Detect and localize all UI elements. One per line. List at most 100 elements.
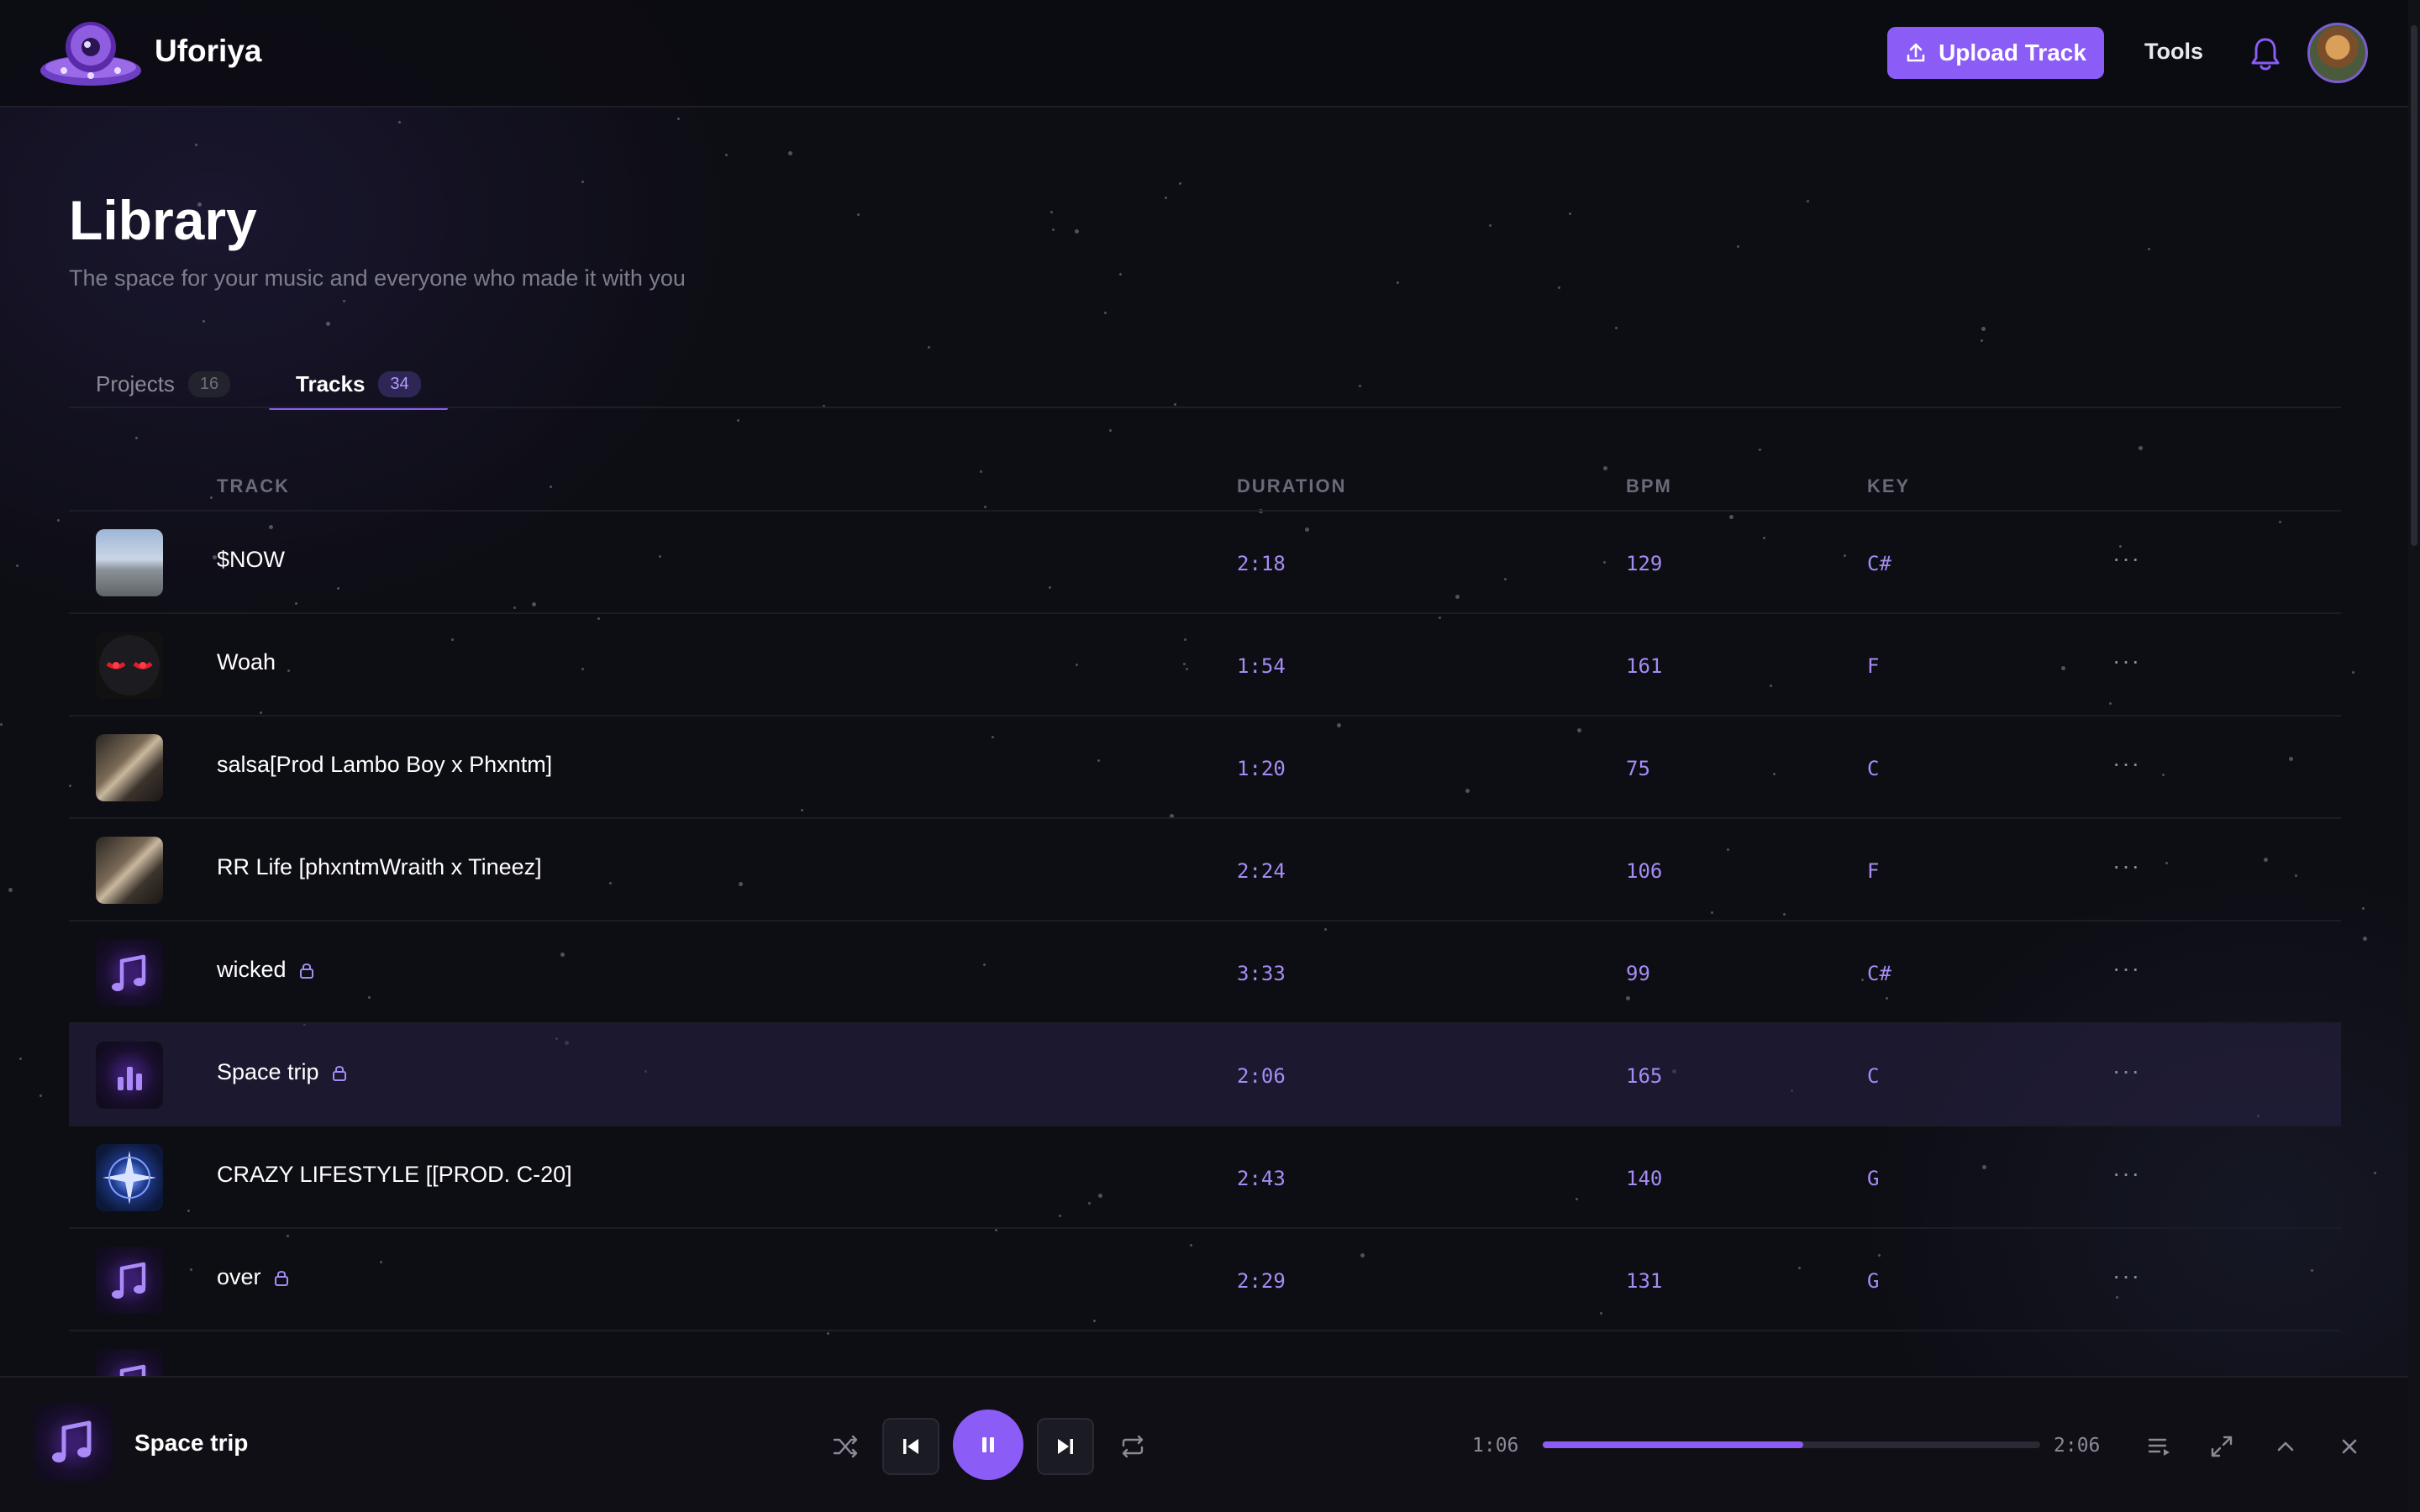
expand-button[interactable]	[2205, 1430, 2238, 1463]
total-time: 2:06	[2054, 1435, 2101, 1457]
playback-progress-bar[interactable]	[1543, 1441, 2040, 1448]
table-row[interactable]: Woah 1:54 161 F ···	[69, 614, 2341, 717]
track-name-cell[interactable]: salsa[Prod Lambo Boy x Phxntm]	[217, 752, 552, 778]
now-playing-artwork[interactable]	[34, 1403, 113, 1482]
page-subtitle: The space for your music and everyone wh…	[69, 265, 686, 291]
track-name-cell[interactable]: Space trip	[217, 1059, 348, 1085]
table-row[interactable]: wicked 3:33 99 C# ···	[69, 921, 2341, 1024]
track-artwork[interactable]	[96, 1042, 163, 1109]
track-artwork[interactable]	[96, 734, 163, 801]
more-options-icon[interactable]: ···	[2112, 1160, 2141, 1187]
track-name-cell[interactable]: wicked	[217, 957, 315, 983]
track-artwork[interactable]	[96, 1247, 163, 1314]
track-name-cell[interactable]: CRAZY LIFESTYLE [[PROD. C-20]	[217, 1162, 572, 1188]
more-options-icon[interactable]: ···	[2112, 1263, 2141, 1289]
track-artwork[interactable]	[96, 939, 163, 1006]
star-dot	[0, 723, 3, 726]
scrollbar-thumb[interactable]	[2411, 25, 2417, 546]
ufo-logo-icon[interactable]	[39, 17, 143, 91]
track-key: C	[1867, 757, 1880, 780]
star-dot	[788, 151, 792, 155]
track-bpm: 165	[1626, 1064, 1663, 1088]
shuffle-button[interactable]	[829, 1430, 862, 1463]
column-header-key[interactable]: KEY	[1867, 475, 1910, 497]
star-dot	[39, 1095, 42, 1097]
star-dot	[2374, 1172, 2376, 1174]
track-name-cell[interactable]: $NOW	[217, 547, 285, 573]
more-options-icon[interactable]: ···	[2112, 545, 2141, 572]
more-options-icon[interactable]: ···	[2112, 750, 2141, 777]
queue-button[interactable]	[2143, 1430, 2176, 1463]
table-row[interactable]: $NOW 2:18 129 C# ···	[69, 512, 2341, 614]
music-note-icon	[112, 1262, 146, 1299]
user-avatar[interactable]	[2307, 23, 2368, 83]
now-playing-title: Space trip	[134, 1430, 249, 1456]
tab-tracks[interactable]: Tracks 34	[269, 360, 448, 410]
app-name: Uforiya	[155, 34, 262, 68]
star-dot	[980, 470, 982, 473]
table-row[interactable]: RR Life [phxntmWraith x Tineez] 2:24 106 F ·…	[69, 819, 2341, 921]
more-options-icon[interactable]: ···	[2112, 648, 2141, 675]
star-dot	[1759, 449, 1761, 451]
track-name-cell[interactable]: RR Life [phxntmWraith x Tineez]	[217, 854, 542, 880]
column-header-duration[interactable]: DURATION	[1237, 475, 1346, 497]
tab-projects[interactable]: Projects 16	[96, 360, 231, 408]
more-options-icon[interactable]: ···	[2112, 1058, 2141, 1084]
close-player-button[interactable]	[2333, 1430, 2366, 1463]
star-dot	[1052, 228, 1055, 231]
collapse-up-button[interactable]	[2269, 1430, 2302, 1463]
star-dot	[2148, 248, 2150, 250]
upload-track-label: Upload Track	[1939, 39, 2086, 66]
more-options-icon[interactable]: ···	[2112, 853, 2141, 879]
star-dot	[1359, 385, 1361, 387]
star-dot	[1615, 327, 1618, 329]
track-artwork[interactable]	[96, 837, 163, 904]
track-title: CRAZY LIFESTYLE [[PROD. C-20]	[217, 1162, 572, 1187]
star-dot	[737, 419, 739, 422]
star-dot	[1109, 429, 1112, 432]
next-track-button[interactable]	[1037, 1418, 1094, 1475]
track-name-cell[interactable]: Woah	[217, 649, 276, 675]
table-row[interactable]: CRAZY LIFESTYLE [[PROD. C-20] 2:43 140 G ···	[69, 1126, 2341, 1229]
table-row[interactable]: over 2:29 131 G ···	[69, 1229, 2341, 1331]
star-dot	[550, 486, 552, 488]
lock-icon	[332, 1065, 346, 1081]
star-dot	[2139, 446, 2143, 450]
star-dot	[1603, 466, 1607, 470]
column-header-track[interactable]: TRACK	[217, 475, 290, 497]
upload-track-button[interactable]: Upload Track	[1887, 27, 2104, 79]
notification-bell-icon[interactable]	[2249, 35, 2282, 72]
track-key: G	[1867, 1167, 1880, 1190]
repeat-button[interactable]	[1116, 1430, 1150, 1463]
star-dot	[1179, 182, 1181, 185]
column-header-bpm[interactable]: BPM	[1626, 475, 1672, 497]
track-title: salsa[Prod Lambo Boy x Phxntm]	[217, 752, 553, 777]
star-dot	[195, 144, 197, 146]
track-bpm: 99	[1626, 962, 1650, 985]
previous-track-button[interactable]	[882, 1418, 939, 1475]
pause-button[interactable]	[953, 1410, 1023, 1480]
track-duration: 2:24	[1237, 859, 1286, 883]
star-dot	[2352, 671, 2354, 674]
track-artwork[interactable]	[96, 1144, 163, 1211]
tab-tracks-label: Tracks	[296, 370, 366, 396]
table-row[interactable]: salsa[Prod Lambo Boy x Phxntm] 1:20 75 C ···	[69, 717, 2341, 819]
track-title: Woah	[217, 649, 276, 675]
close-icon	[2342, 1439, 2357, 1454]
track-artwork[interactable]	[96, 529, 163, 596]
chevron-up-icon	[2277, 1441, 2294, 1452]
star-dot	[343, 300, 345, 302]
track-key: C#	[1867, 552, 1891, 575]
star-dot	[581, 181, 584, 183]
shuffle-icon	[833, 1435, 858, 1458]
star-dot	[857, 213, 860, 216]
more-options-icon[interactable]: ···	[2112, 955, 2141, 982]
track-key: G	[1867, 1269, 1880, 1293]
track-name-cell[interactable]: over	[217, 1264, 290, 1290]
star-dot	[1050, 211, 1053, 213]
track-artwork[interactable]	[96, 632, 163, 699]
table-row[interactable]: Space trip 2:06 165 C ···	[69, 1024, 2341, 1126]
tools-link[interactable]: Tools	[2144, 39, 2203, 65]
projects-count-badge: 16	[187, 370, 231, 397]
repeat-icon	[1122, 1435, 1144, 1458]
